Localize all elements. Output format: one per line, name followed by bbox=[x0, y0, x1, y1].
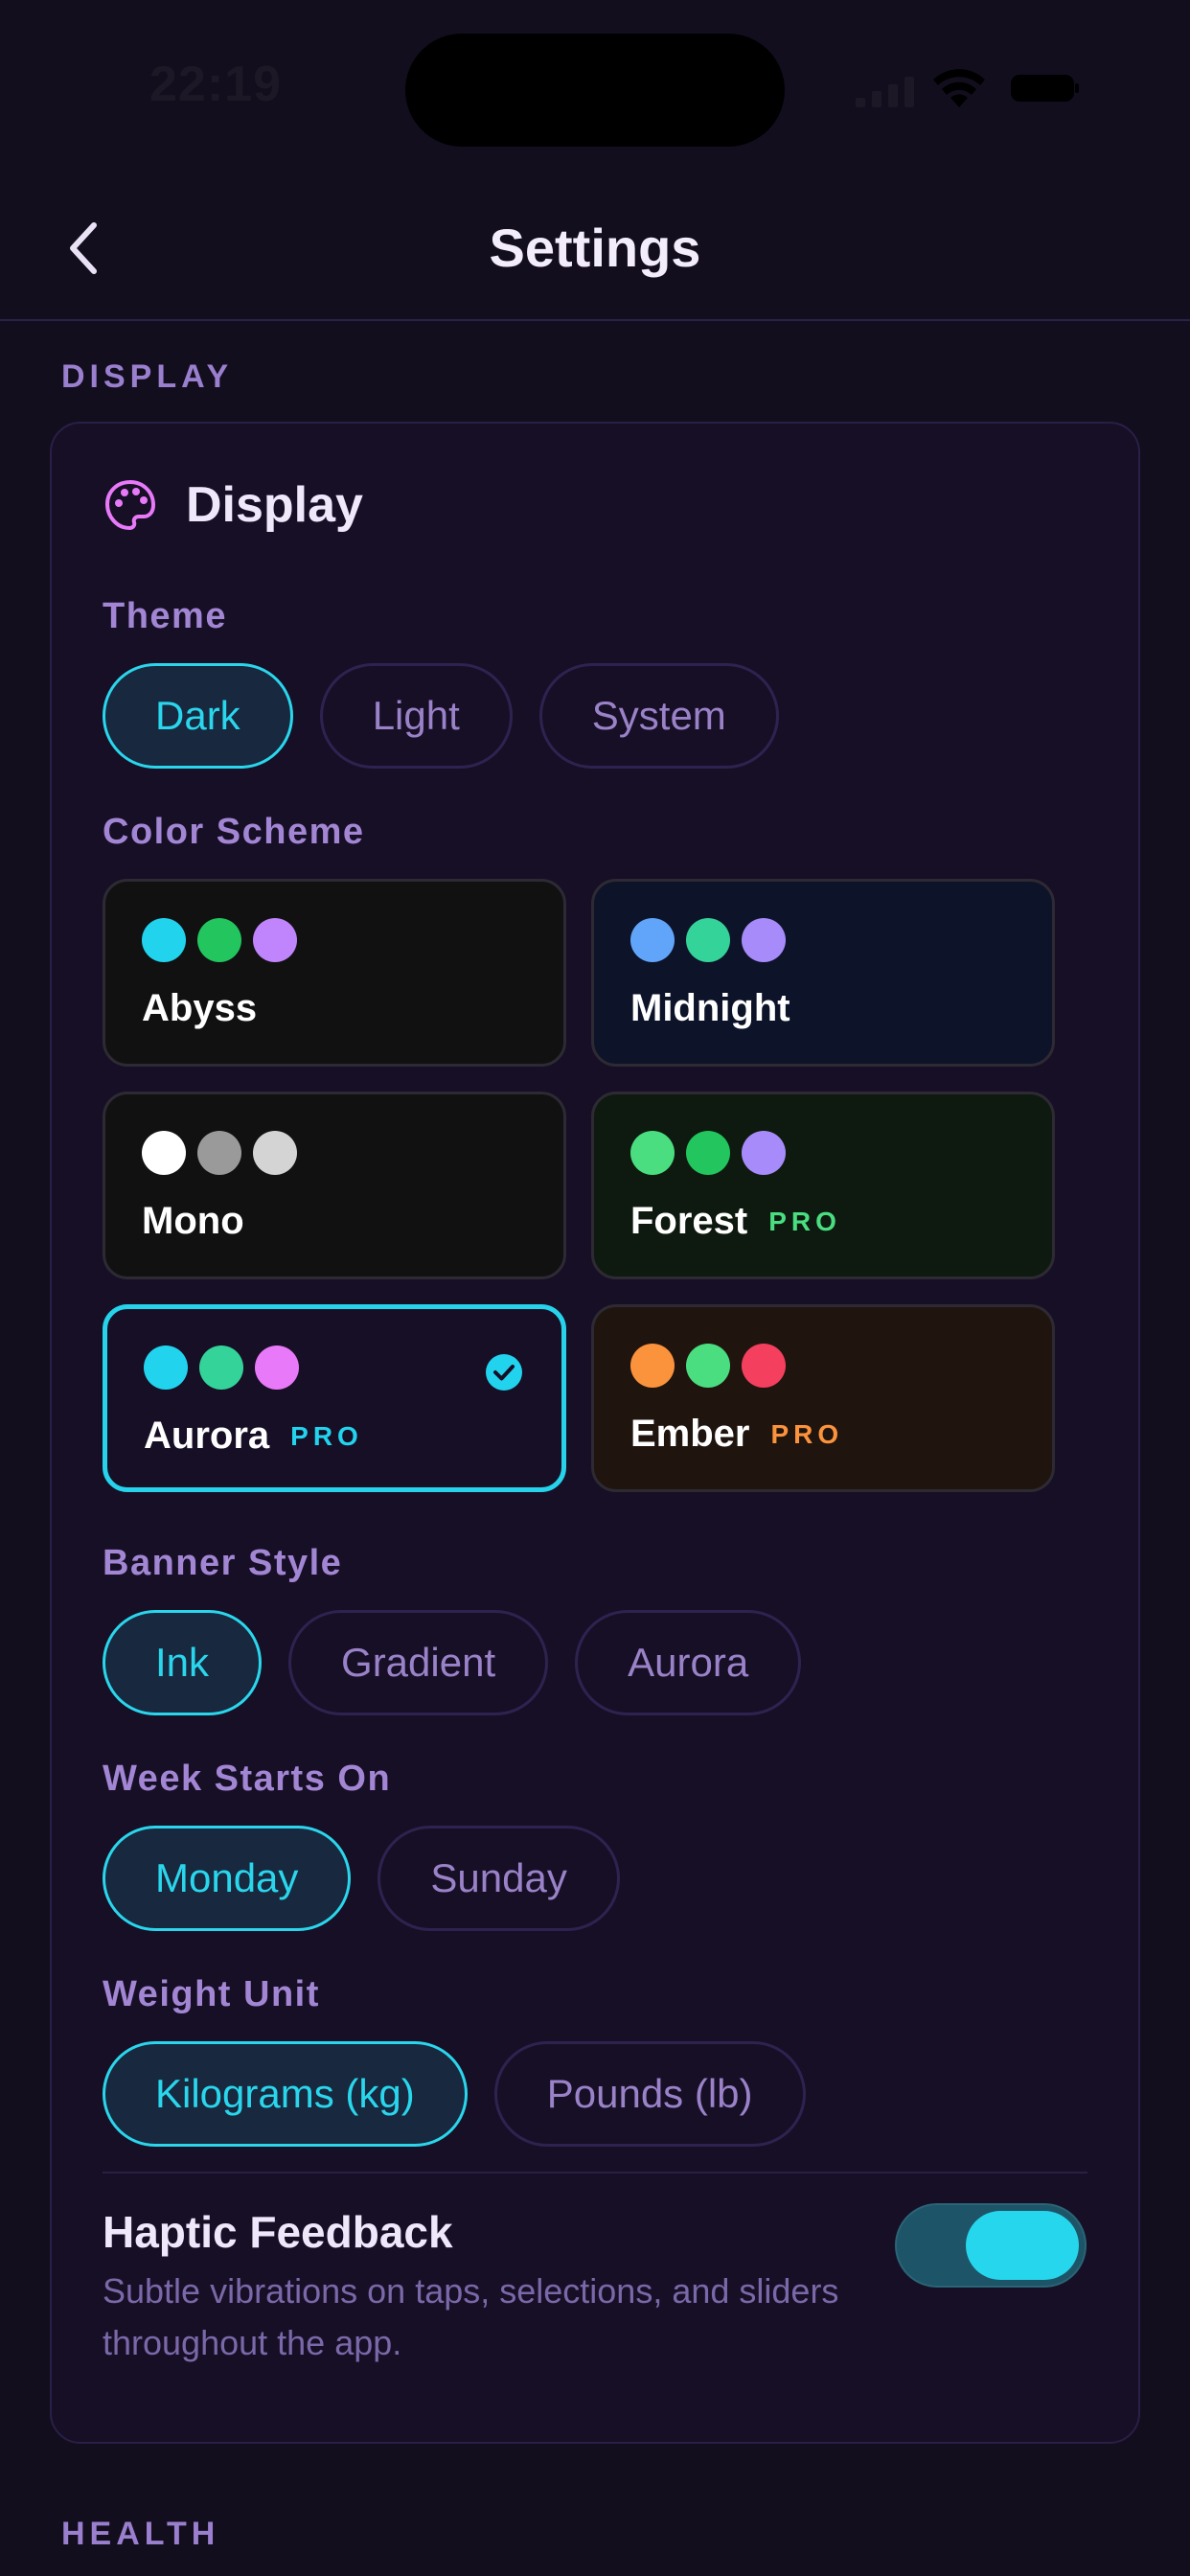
scheme-name: Ember PRO bbox=[630, 1413, 843, 1456]
color-swatch bbox=[253, 1131, 297, 1175]
color-swatch bbox=[630, 1131, 675, 1175]
theme-option-system[interactable]: System bbox=[538, 663, 779, 769]
color-swatches bbox=[630, 1344, 786, 1388]
theme-options: Dark Light System bbox=[103, 663, 779, 769]
scheme-name: Midnight bbox=[630, 987, 790, 1030]
color-swatch bbox=[742, 1344, 786, 1388]
page-title: Settings bbox=[489, 218, 701, 278]
settings-screen: 22:19 Settings DISPLAY Display Theme Dar… bbox=[0, 0, 1190, 2576]
color-swatch bbox=[630, 1344, 675, 1388]
color-swatch bbox=[197, 918, 241, 962]
color-swatch bbox=[144, 1346, 188, 1390]
color-swatch bbox=[630, 918, 675, 962]
weight-option-lb[interactable]: Pounds (lb) bbox=[493, 2041, 806, 2147]
status-time: 22:19 bbox=[149, 57, 282, 112]
banner-style-label: Banner Style bbox=[103, 1543, 343, 1583]
scheme-name: Aurora PRO bbox=[144, 1414, 363, 1458]
divider bbox=[103, 2172, 1087, 2174]
palette-icon bbox=[104, 479, 156, 531]
weight-unit-label: Weight Unit bbox=[103, 1974, 320, 2014]
color-swatch bbox=[142, 1131, 186, 1175]
scheme-name: Forest PRO bbox=[630, 1200, 841, 1243]
check-circle-icon bbox=[486, 1354, 522, 1391]
scheme-name-text: Midnight bbox=[630, 987, 790, 1029]
color-swatch bbox=[197, 1131, 241, 1175]
color-scheme-aurora[interactable]: Aurora PRO bbox=[103, 1304, 566, 1492]
card-title: Display bbox=[186, 477, 363, 533]
display-settings-card: Display Theme Dark Light System Color Sc… bbox=[50, 422, 1140, 2444]
color-swatch bbox=[742, 918, 786, 962]
pro-badge: PRO bbox=[290, 1420, 363, 1451]
color-swatches bbox=[630, 918, 786, 962]
scheme-name-text: Abyss bbox=[142, 987, 258, 1029]
scheme-name-text: Aurora bbox=[144, 1414, 270, 1457]
color-scheme-ember[interactable]: Ember PRO bbox=[591, 1304, 1055, 1492]
color-scheme-mono[interactable]: Mono bbox=[103, 1092, 566, 1279]
week-starts-options: Monday Sunday bbox=[103, 1826, 620, 1931]
color-swatch bbox=[199, 1346, 243, 1390]
week-option-sunday[interactable]: Sunday bbox=[378, 1826, 620, 1931]
scheme-name-text: Forest bbox=[630, 1200, 748, 1242]
scheme-name-text: Ember bbox=[630, 1413, 750, 1455]
pro-badge: PRO bbox=[768, 1206, 841, 1236]
color-swatch bbox=[686, 1344, 730, 1388]
week-starts-label: Week Starts On bbox=[103, 1759, 392, 1799]
haptic-feedback-description: Subtle vibrations on taps, selections, a… bbox=[103, 2271, 839, 2362]
color-swatch bbox=[742, 1131, 786, 1175]
haptic-feedback-toggle[interactable] bbox=[895, 2203, 1087, 2288]
scheme-name: Mono bbox=[142, 1200, 244, 1243]
pro-badge: PRO bbox=[770, 1418, 844, 1449]
color-swatch bbox=[686, 918, 730, 962]
color-swatch bbox=[686, 1131, 730, 1175]
theme-label: Theme bbox=[103, 596, 227, 636]
section-label-display: DISPLAY bbox=[61, 358, 234, 395]
color-swatches bbox=[630, 1131, 786, 1175]
wifi-icon bbox=[933, 69, 985, 107]
banner-option-aurora[interactable]: Aurora bbox=[575, 1610, 802, 1715]
color-swatches bbox=[142, 918, 297, 962]
week-option-monday[interactable]: Monday bbox=[103, 1826, 352, 1931]
cellular-signal-icon bbox=[856, 77, 914, 107]
dynamic-island bbox=[405, 34, 785, 147]
banner-style-options: Ink Gradient Aurora bbox=[103, 1610, 802, 1715]
color-swatch bbox=[142, 918, 186, 962]
theme-option-light[interactable]: Light bbox=[319, 663, 513, 769]
banner-option-gradient[interactable]: Gradient bbox=[288, 1610, 549, 1715]
status-bar: 22:19 bbox=[0, 0, 1190, 172]
battery-icon bbox=[1011, 75, 1079, 102]
scheme-name-text: Mono bbox=[142, 1200, 244, 1242]
navigation-bar: Settings bbox=[0, 172, 1190, 321]
theme-option-dark[interactable]: Dark bbox=[103, 663, 293, 769]
color-swatches bbox=[144, 1346, 299, 1390]
color-swatch bbox=[253, 918, 297, 962]
haptic-feedback-title: Haptic Feedback bbox=[103, 2207, 453, 2257]
toggle-knob bbox=[966, 2211, 1079, 2280]
section-label-health: HEALTH bbox=[61, 2516, 220, 2552]
color-scheme-label: Color Scheme bbox=[103, 812, 365, 852]
color-swatches bbox=[142, 1131, 297, 1175]
scheme-name: Abyss bbox=[142, 987, 257, 1030]
banner-option-ink[interactable]: Ink bbox=[103, 1610, 263, 1715]
weight-unit-options: Kilograms (kg) Pounds (lb) bbox=[103, 2041, 806, 2147]
weight-option-kg[interactable]: Kilograms (kg) bbox=[103, 2041, 468, 2147]
color-scheme-abyss[interactable]: Abyss bbox=[103, 879, 566, 1067]
color-scheme-forest[interactable]: Forest PRO bbox=[591, 1092, 1055, 1279]
color-swatch bbox=[255, 1346, 299, 1390]
card-header: Display bbox=[103, 476, 363, 534]
color-scheme-midnight[interactable]: Midnight bbox=[591, 879, 1055, 1067]
